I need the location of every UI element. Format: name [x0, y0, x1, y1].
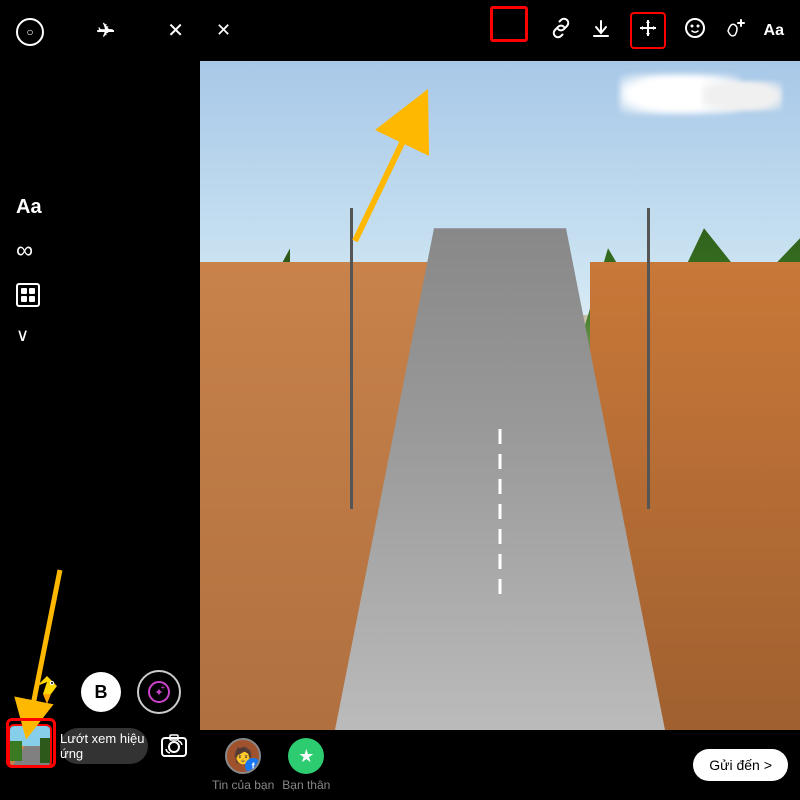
bottom-toolbar-left: B ✦ +: [0, 670, 200, 800]
settings-icon[interactable]: ○: [16, 18, 44, 46]
send-label: Gửi đến: [709, 757, 760, 773]
effects-button[interactable]: Lướt xem hiệu ứng: [60, 728, 148, 764]
bottom-bar-right: 🧑 f Tin của bạn ★ Bạn thân Gửi đến >: [200, 730, 800, 800]
share-options: 🧑 f Tin của bạn ★ Bạn thân: [212, 738, 681, 792]
top-bar-icons: Aa: [550, 12, 784, 49]
story-image: [200, 61, 800, 730]
power-pole-right: [647, 208, 650, 509]
road-center-line: [499, 429, 502, 596]
text-aa-icon[interactable]: Aa: [764, 22, 784, 40]
top-bar-right: ✕: [200, 0, 800, 61]
download-icon[interactable]: [590, 17, 612, 44]
retouch-button[interactable]: ✦ +: [137, 670, 181, 714]
ban-than-label: Bạn thân: [282, 778, 330, 792]
svg-text:+: +: [161, 683, 166, 692]
user-avatar: 🧑 f: [225, 738, 261, 774]
more-tools-chevron[interactable]: ∨: [16, 325, 184, 346]
right-panel: ✕: [200, 0, 800, 800]
sticker-icon[interactable]: [684, 17, 706, 44]
close-story-icon[interactable]: ✕: [216, 20, 231, 41]
grid-icon: [16, 283, 40, 307]
airplane-mode-icon[interactable]: ✈: [97, 18, 114, 46]
camera-switch-button[interactable]: [156, 728, 192, 764]
action-icons-row: B ✦ +: [19, 670, 181, 714]
send-button[interactable]: Gửi đến >: [693, 749, 788, 781]
text-tool[interactable]: Aa: [16, 196, 184, 219]
close-left-icon[interactable]: ✕: [167, 18, 184, 46]
mute-icon[interactable]: [724, 17, 746, 44]
link-icon[interactable]: [550, 17, 572, 44]
ban-than-icon: ★: [288, 738, 324, 774]
bottom-row: Lướt xem hiệu ứng: [0, 724, 200, 768]
bold-button[interactable]: B: [81, 672, 121, 712]
road-scene: [200, 61, 800, 730]
thumbnail-box[interactable]: [8, 724, 52, 768]
facebook-badge: f: [245, 758, 261, 774]
left-top-icons: ○ ✈ ✕: [0, 0, 200, 56]
clouds-2: [702, 81, 782, 111]
left-side-tools: Aa ∞ ∨: [0, 176, 200, 366]
snap-icon[interactable]: [29, 672, 65, 713]
power-pole-left: [350, 208, 353, 509]
tin-cua-ban-label: Tin của bạn: [212, 778, 274, 792]
move-crop-icon[interactable]: [630, 12, 666, 49]
ban-than-option[interactable]: ★ Bạn thân: [282, 738, 330, 792]
send-chevron: >: [764, 757, 772, 773]
grid-layout-tool[interactable]: [16, 283, 184, 307]
left-panel: ○ ✈ ✕ Aa ∞ ∨: [0, 0, 200, 800]
tin-cua-ban-option[interactable]: 🧑 f Tin của bạn: [212, 738, 274, 792]
infinity-tool[interactable]: ∞: [16, 237, 184, 265]
